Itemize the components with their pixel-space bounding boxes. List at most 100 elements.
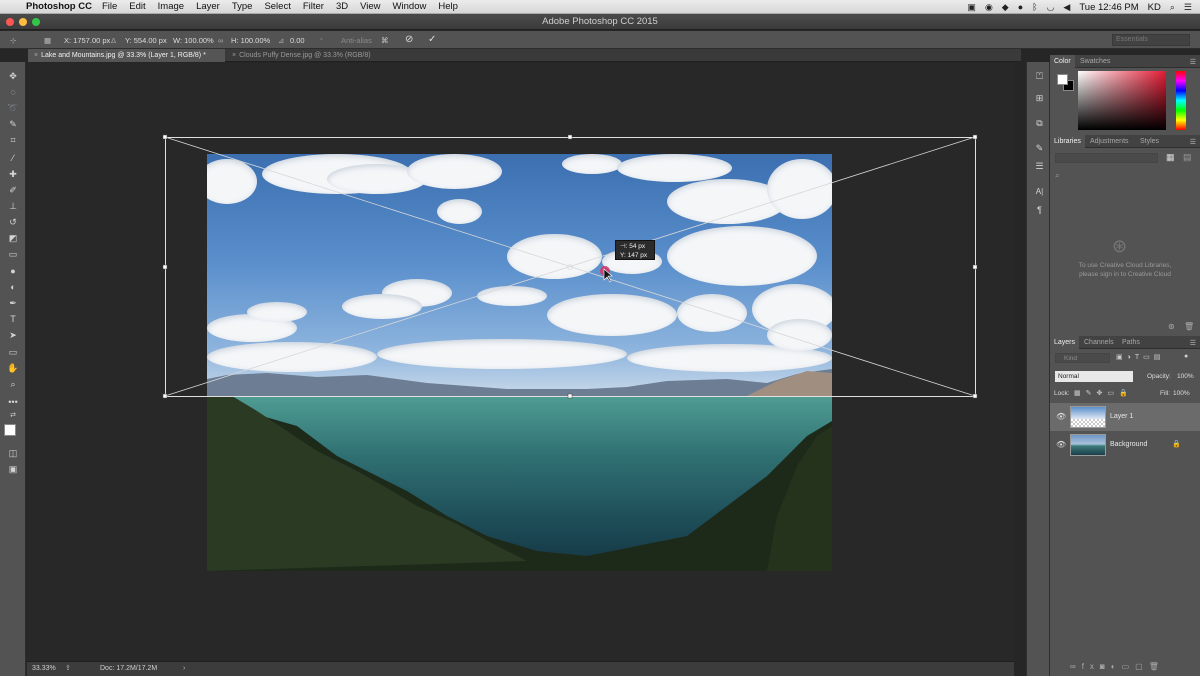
layer-name[interactable]: Layer 1 (1110, 413, 1133, 420)
antialias-checkbox[interactable]: Anti-alias (341, 36, 372, 45)
tab-channels[interactable]: Channels (1084, 336, 1114, 349)
panel-menu-icon[interactable]: ☰ (1190, 138, 1196, 146)
quick-mask-icon[interactable]: ◫ (6, 447, 20, 459)
minimize-window-button[interactable] (19, 18, 27, 26)
commit-transform-icon[interactable]: ✓ (428, 34, 436, 45)
tab-swatches[interactable]: Swatches (1080, 55, 1110, 68)
menu-image[interactable]: Image (158, 1, 184, 12)
cc-sync-icon[interactable]: ⊛ (1168, 322, 1175, 331)
tab-clouds-puffy-dense[interactable]: × Clouds Puffy Dense.jpg @ 33.3% (RGB/8) (226, 49, 396, 62)
list-view-icon[interactable]: ▤ (1183, 152, 1192, 163)
gradient-tool-icon[interactable]: ▭ (6, 248, 20, 260)
hue-slider[interactable] (1176, 71, 1186, 130)
tab-lake-and-mountains[interactable]: × Lake and Mountains.jpg @ 33.3% (Layer 1… (28, 49, 225, 62)
workspace-selector[interactable]: Essentials (1112, 34, 1190, 46)
menu-window[interactable]: Window (393, 1, 427, 12)
menu-filter[interactable]: Filter (303, 1, 324, 12)
adjustments-sliders-icon[interactable]: ☰ (1033, 160, 1046, 172)
volume-icon[interactable]: ◀ (1063, 2, 1070, 13)
dropbox-icon[interactable]: ◆ (1002, 2, 1009, 13)
zoom-window-button[interactable] (32, 18, 40, 26)
lock-buttons[interactable]: ▦✎✥▭🔒 (1074, 389, 1133, 397)
paragraph-panel-icon[interactable]: ¶ (1033, 204, 1046, 216)
menu-user[interactable]: KD (1148, 2, 1161, 13)
brush-tool-icon[interactable]: ✐ (6, 184, 20, 196)
menu-3d[interactable]: 3D (336, 1, 348, 12)
y-position-field[interactable]: Y: 554.00 px (125, 36, 167, 45)
path-selection-tool-icon[interactable]: ➤ (6, 329, 20, 341)
visibility-eye-icon[interactable]: 👁 (1056, 412, 1066, 421)
clone-stamp-tool-icon[interactable]: ⊥ (6, 200, 20, 212)
reference-point-icon[interactable]: ▦ (44, 36, 51, 45)
opacity-field[interactable]: 100% (1177, 371, 1197, 382)
angle-field[interactable]: 0.00 (290, 36, 305, 45)
layer-name[interactable]: Background (1110, 441, 1147, 448)
hand-tool-icon[interactable]: ✋ (6, 362, 20, 374)
bluetooth-icon[interactable]: ᛒ (1032, 2, 1037, 12)
menu-select[interactable]: Select (264, 1, 290, 12)
panel-menu-icon[interactable]: ☰ (1190, 58, 1196, 66)
color-field[interactable] (1078, 71, 1166, 130)
tab-color[interactable]: Color (1050, 55, 1075, 68)
layer-row-layer-1[interactable]: 👁 Layer 1 (1050, 403, 1200, 431)
menu-type[interactable]: Type (232, 1, 253, 12)
width-field[interactable]: W: 100.00% (173, 36, 214, 45)
cancel-transform-icon[interactable]: ⊘ (405, 34, 413, 45)
spotlight-icon[interactable]: ⌕ (1170, 2, 1175, 13)
foreground-color-swatch[interactable] (4, 424, 16, 436)
character-panel-icon[interactable]: A| (1033, 186, 1046, 198)
pen-tool-icon[interactable]: ✒ (6, 297, 20, 309)
x-position-field[interactable]: X: 1757.00 px (64, 36, 110, 45)
screen-mode-icon[interactable]: ▣ (6, 463, 20, 475)
screen-share-icon[interactable]: ▣ (967, 2, 976, 13)
crop-tool-icon[interactable]: ⌗ (6, 134, 20, 146)
zoom-tool-icon[interactable]: ⌕ (6, 378, 20, 390)
menu-file[interactable]: File (102, 1, 117, 12)
brush-panel-icon[interactable]: ✎ (1033, 142, 1046, 154)
library-search-icon[interactable]: ⌕ (1055, 171, 1059, 181)
type-tool-icon[interactable]: T (6, 313, 20, 325)
tab-libraries[interactable]: Libraries (1050, 135, 1085, 148)
menu-clock[interactable]: Tue 12:46 PM (1079, 2, 1138, 13)
swap-colors-icon[interactable]: ⇄ (6, 410, 20, 422)
move-tool-icon[interactable]: ✥ (6, 70, 20, 82)
link-icon[interactable]: ∞ (218, 36, 223, 45)
tab-close-icon[interactable]: × (34, 52, 38, 59)
panel-menu-icon[interactable]: ☰ (1190, 339, 1196, 347)
tab-paths[interactable]: Paths (1122, 336, 1140, 349)
menu-help[interactable]: Help (438, 1, 458, 12)
notification-center-icon[interactable]: ☰ (1184, 2, 1192, 13)
menu-edit[interactable]: Edit (129, 1, 145, 12)
blur-tool-icon[interactable]: ● (6, 265, 20, 277)
tab-close-icon[interactable]: × (232, 52, 236, 59)
eraser-tool-icon[interactable]: ◩ (6, 232, 20, 244)
edit-toolbar-icon[interactable]: ••• (6, 396, 20, 408)
visibility-eye-icon[interactable]: 👁 (1056, 440, 1066, 449)
cc-menu-icon[interactable]: ◉ (985, 2, 993, 13)
actions-panel-icon[interactable]: ⧉ (1033, 117, 1046, 129)
properties-panel-icon[interactable]: ⊞ (1033, 92, 1046, 104)
layer-filter-kind[interactable]: Kind (1055, 353, 1110, 363)
eyedropper-tool-icon[interactable]: ⁄ (6, 152, 20, 164)
panel-foreground-swatch[interactable] (1057, 74, 1068, 85)
healing-brush-tool-icon[interactable]: ✚ (6, 168, 20, 180)
history-panel-icon[interactable]: ⏍ (1033, 70, 1046, 82)
height-field[interactable]: H: 100.00% (231, 36, 270, 45)
library-trash-icon[interactable]: 🗑 (1184, 322, 1194, 331)
document-image[interactable] (207, 154, 832, 571)
history-brush-tool-icon[interactable]: ↺ (6, 216, 20, 228)
layer-row-background[interactable]: 👁 Background 🔒 (1050, 431, 1200, 459)
lasso-tool-icon[interactable]: ➰ (6, 102, 20, 114)
layers-panel-footer-icons[interactable]: ∞fx◙◐▭▢🗑 (1050, 658, 1200, 676)
move-tool-preset-icon[interactable]: ⊹ (10, 36, 16, 45)
dodge-tool-icon[interactable]: ◐ (6, 281, 20, 293)
zoom-level[interactable]: 33.33% (32, 662, 56, 676)
warp-mode-icon[interactable]: ⌘ (381, 36, 389, 45)
menu-layer[interactable]: Layer (196, 1, 220, 12)
tab-layers[interactable]: Layers (1050, 336, 1080, 349)
wifi-icon[interactable]: ◡ (1047, 2, 1055, 13)
grid-view-icon[interactable]: ▦ (1166, 152, 1175, 163)
cloud-icon[interactable]: ● (1018, 2, 1023, 12)
share-icon[interactable]: ⇪ (65, 662, 71, 676)
tab-adjustments[interactable]: Adjustments (1090, 135, 1129, 148)
